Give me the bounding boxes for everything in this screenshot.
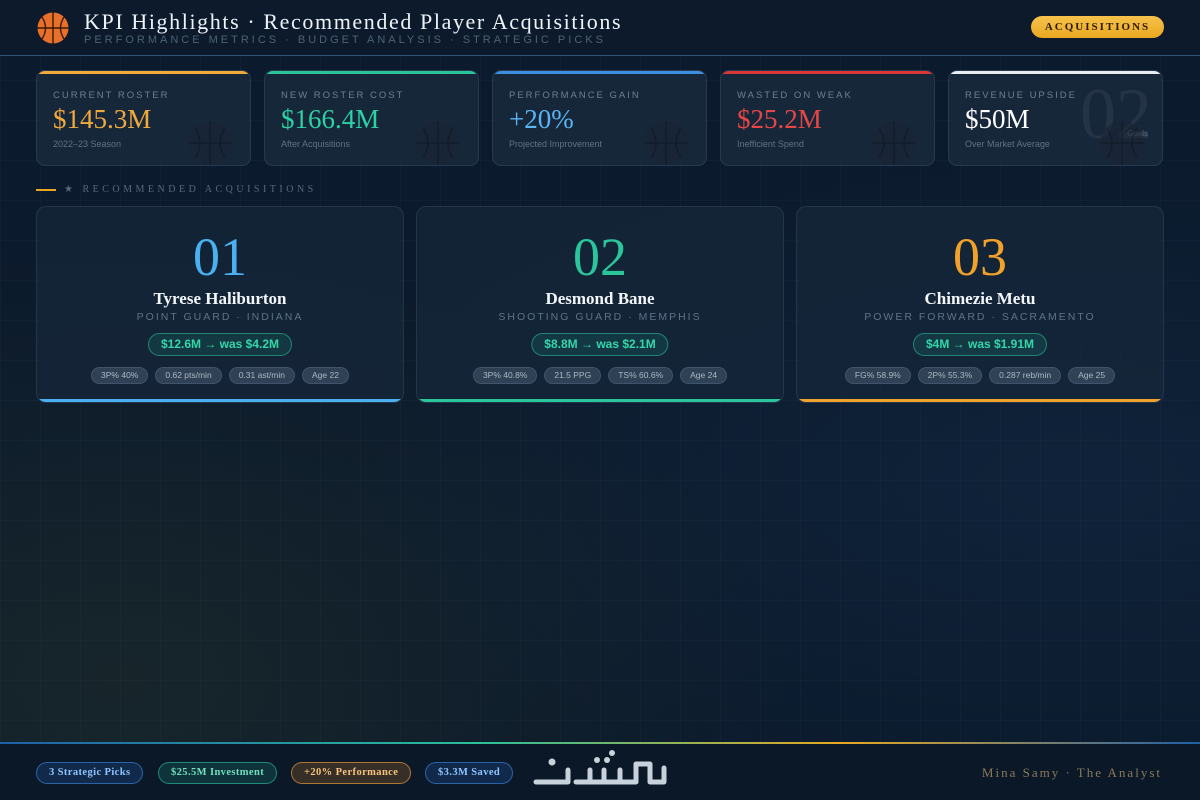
player-card-3[interactable]: 03 Chimezie Metu POWER FORWARD · SACRAME… bbox=[796, 206, 1164, 403]
author-signature: Mina Samy · The Analyst bbox=[981, 765, 1162, 780]
basketball-icon bbox=[416, 121, 460, 165]
kpi-card-revenue-upside: 02 Goals REVENUE UPSIDE $50M Over Market… bbox=[948, 70, 1163, 166]
section-divider bbox=[36, 189, 56, 191]
stat-chip: 3P% 40.8% bbox=[472, 367, 538, 384]
card-accent-bar bbox=[417, 399, 783, 402]
kpi-note: Inefficient Spend bbox=[737, 139, 804, 149]
kpi-accent-bar bbox=[721, 71, 934, 74]
player-name: Tyrese Haliburton bbox=[153, 289, 287, 308]
kpi-label: CURRENT ROSTER bbox=[53, 90, 170, 101]
acquisitions-button[interactable]: ACQUISITIONS bbox=[1031, 16, 1164, 38]
basketball-icon bbox=[188, 121, 232, 165]
kpi-value: $25.2M bbox=[737, 104, 822, 134]
player-role: SHOOTING GUARD · MEMPHIS bbox=[498, 311, 702, 323]
kpi-note: Over Market Average bbox=[965, 139, 1050, 149]
kpi-note: After Acquisitions bbox=[281, 139, 351, 149]
player-card-1[interactable]: 01 Tyrese Haliburton POINT GUARD · INDIA… bbox=[36, 206, 404, 403]
stat-chip: FG% 58.9% bbox=[844, 367, 911, 384]
kpi-accent-bar bbox=[265, 71, 478, 74]
kpi-card-current-roster: CURRENT ROSTER $145.3M 2022–23 Season bbox=[36, 70, 251, 166]
stat-chip: Age 25 bbox=[1068, 367, 1116, 384]
page-footer: 3 Strategic Picks $25.5M Investment +20%… bbox=[0, 742, 1200, 800]
player-stats: 3P% 40.8% 21.5 PPG TS% 60.6% Age 24 bbox=[417, 367, 783, 384]
card-accent-bar bbox=[797, 399, 1163, 402]
kpi-value: $145.3M bbox=[53, 104, 152, 134]
player-role: POINT GUARD · INDIANA bbox=[136, 311, 304, 323]
kpi-accent-bar bbox=[37, 71, 250, 74]
footer-divider bbox=[0, 742, 1200, 744]
kpi-label: REVENUE UPSIDE bbox=[965, 90, 1077, 101]
section-title: ★ RECOMMENDED ACQUISITIONS bbox=[64, 184, 317, 195]
page-header: KPI Highlights · Recommended Player Acqu… bbox=[0, 0, 1200, 56]
stat-chip: Age 24 bbox=[680, 367, 728, 384]
stat-chip: 2P% 55.3% bbox=[917, 367, 983, 384]
player-role: POWER FORWARD · SACRAMENTO bbox=[864, 311, 1096, 323]
player-price-badge: $4M → was $1.91M bbox=[912, 333, 1048, 356]
player-rank: 03 bbox=[953, 227, 1007, 287]
stat-chip: 0.287 reb/min bbox=[989, 367, 1062, 384]
stat-chip: Age 22 bbox=[302, 367, 349, 384]
player-stats: FG% 58.9% 2P% 55.3% 0.287 reb/min Age 25 bbox=[797, 367, 1163, 384]
kpi-note: 2022–23 Season bbox=[53, 139, 122, 149]
player-stats: 3P% 40% 0.62 pts/min 0.31 ast/min Age 22 bbox=[37, 367, 403, 384]
page-title: KPI Highlights · Recommended Player Acqu… bbox=[84, 9, 623, 34]
stat-chip: TS% 60.6% bbox=[608, 367, 674, 384]
kpi-value: $166.4M bbox=[281, 104, 380, 134]
card-accent-bar bbox=[37, 399, 403, 402]
stat-chip: 3P% 40% bbox=[91, 367, 149, 384]
summary-pill-saved: $3.3M Saved bbox=[425, 762, 514, 784]
kpi-card-new-roster-cost: NEW ROSTER COST $166.4M After Acquisitio… bbox=[264, 70, 479, 166]
summary-pill-picks: 3 Strategic Picks bbox=[36, 762, 144, 784]
basketball-icon bbox=[1100, 121, 1144, 165]
kpi-value: $50M bbox=[965, 104, 1030, 134]
stat-chip: 0.31 ast/min bbox=[228, 367, 295, 384]
kpi-label: PERFORMANCE GAIN bbox=[509, 90, 641, 101]
kpi-card-wasted-on-weak: WASTED ON WEAK $25.2M Inefficient Spend bbox=[720, 70, 935, 166]
basketball-icon bbox=[644, 121, 688, 165]
summary-pill-performance: +20% Performance bbox=[291, 762, 412, 784]
player-price-badge: $12.6M → was $4.2M bbox=[147, 333, 293, 356]
kpi-label: NEW ROSTER COST bbox=[281, 90, 405, 101]
kpi-note: Projected Improvement bbox=[509, 139, 603, 149]
page-subtitle: PERFORMANCE METRICS · BUDGET ANALYSIS · … bbox=[84, 34, 606, 46]
summary-pill-investment: $25.5M Investment bbox=[158, 762, 278, 784]
stat-chip: 21.5 PPG bbox=[544, 367, 602, 384]
player-card-2[interactable]: 02 Desmond Bane SHOOTING GUARD · MEMPHIS… bbox=[416, 206, 784, 403]
player-rank: 01 bbox=[193, 227, 247, 287]
basketball-icon bbox=[872, 121, 916, 165]
player-rank: 02 bbox=[573, 227, 627, 287]
kpi-card-performance-gain: PERFORMANCE GAIN +20% Projected Improvem… bbox=[492, 70, 707, 166]
basketball-icon bbox=[37, 12, 69, 44]
kpi-value: +20% bbox=[509, 104, 574, 134]
player-name: Chimezie Metu bbox=[924, 289, 1036, 308]
player-name: Desmond Bane bbox=[545, 289, 655, 308]
player-price-badge: $8.8M → was $2.1M bbox=[531, 333, 669, 356]
kpi-label: WASTED ON WEAK bbox=[737, 90, 853, 101]
kpi-accent-bar bbox=[493, 71, 706, 74]
khamsat-logo bbox=[533, 750, 667, 785]
stat-chip: 0.62 pts/min bbox=[155, 367, 222, 384]
